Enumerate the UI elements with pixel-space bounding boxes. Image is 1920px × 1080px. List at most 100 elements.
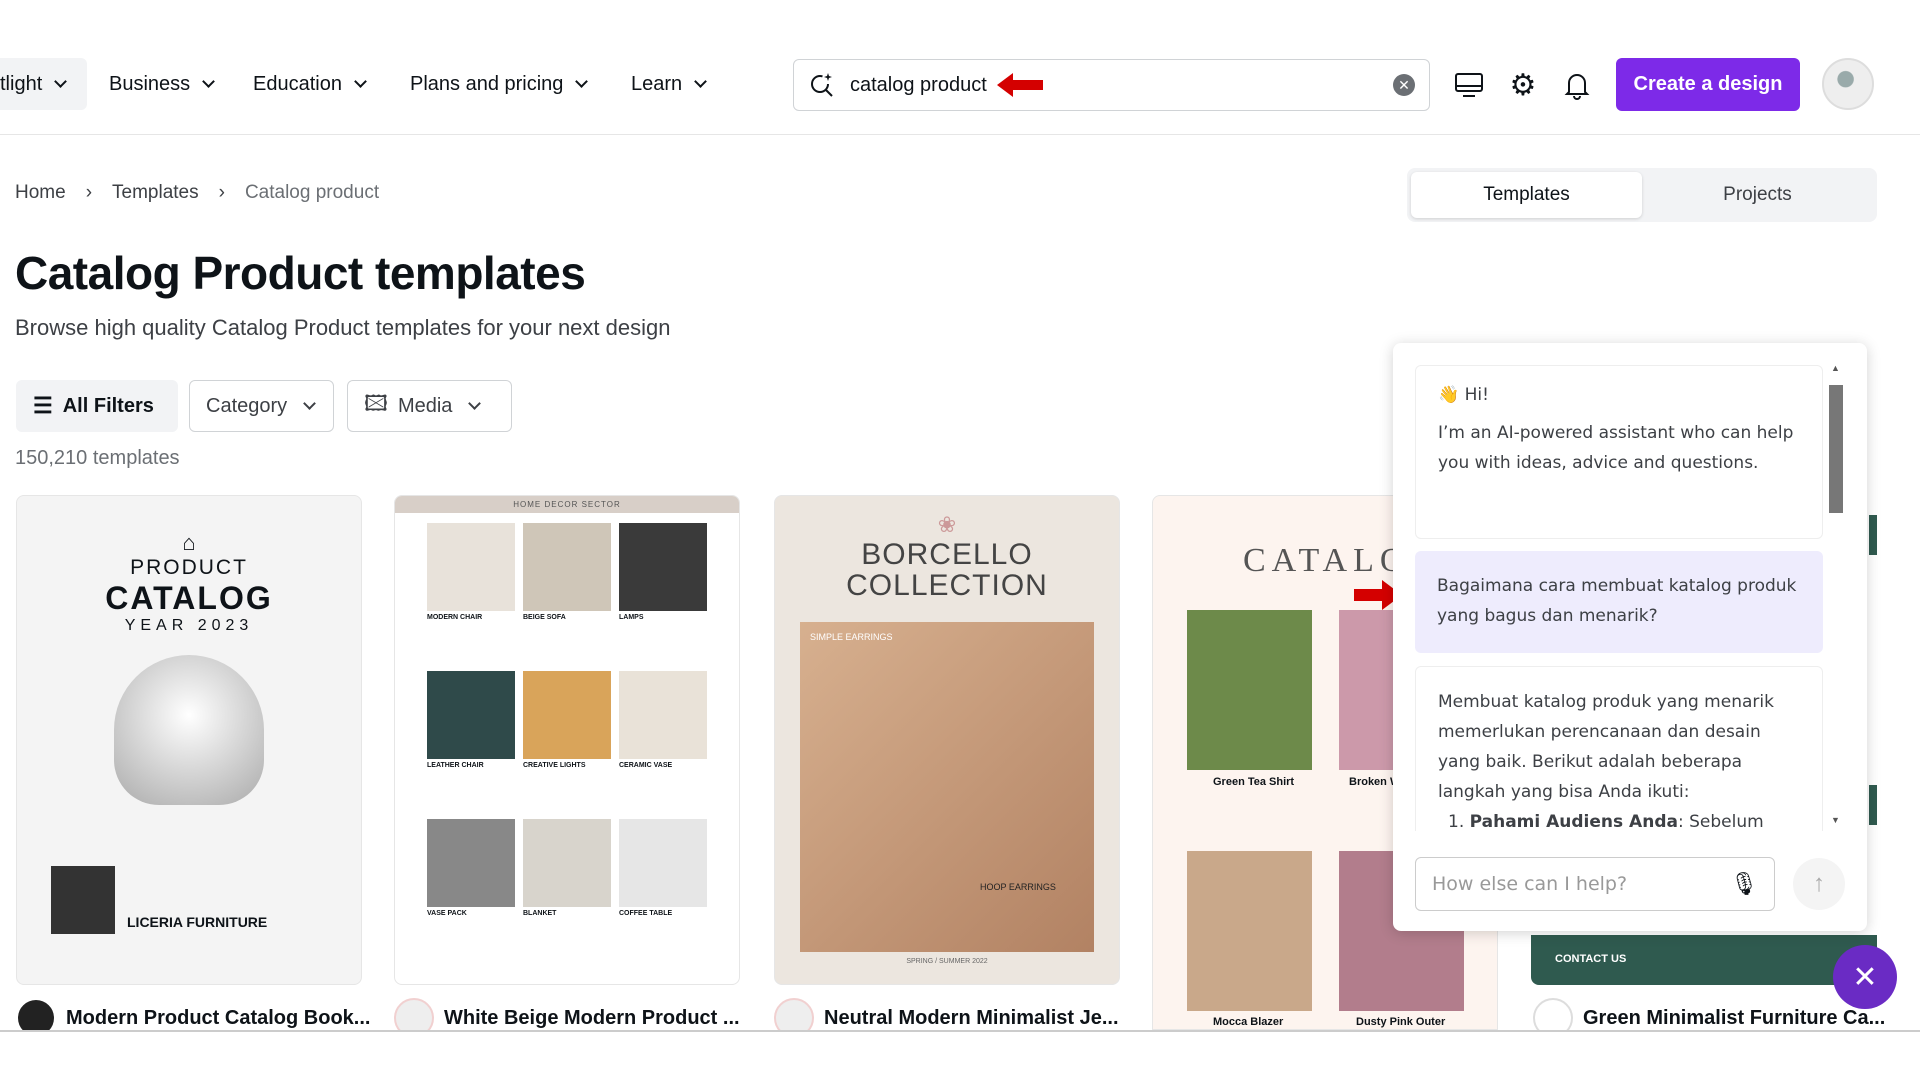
card-title[interactable]: Green Minimalist Furniture Ca... [1583, 1007, 1885, 1030]
settings-gear-icon[interactable]: ⚙ [1505, 67, 1541, 103]
product-tile: LEATHER CHAIR [427, 671, 515, 811]
waving-hand-icon: 👋 [1438, 385, 1460, 405]
nav-label: Plans and pricing [410, 72, 564, 95]
user-message: Bagaimana cara membuat katalog produk ya… [1415, 551, 1823, 653]
chat-input-placeholder: How else can I help? [1432, 873, 1628, 895]
product-grid: MODERN CHAIR BEIGE SOFA LAMPS LEATHER CHAIR… [395, 513, 739, 969]
product-image [619, 523, 707, 611]
card-art-text: Mocca Blazer [1213, 1016, 1284, 1028]
create-design-button[interactable]: Create a design [1616, 58, 1800, 111]
scroll-up-arrow-icon[interactable]: ▲ [1831, 363, 1840, 373]
card-art-text: PRODUCT [130, 556, 248, 579]
product-image [523, 671, 611, 759]
category-label: Category [206, 394, 288, 417]
tab-templates[interactable]: Templates [1411, 172, 1642, 218]
card-title[interactable]: Neutral Modern Minimalist Je... [824, 1007, 1119, 1030]
close-assistant-button[interactable]: ✕ [1833, 945, 1897, 1009]
card-title[interactable]: White Beige Modern Product ... [444, 1007, 740, 1030]
ai-assistant-panel: 👋 Hi! I’m an AI-powered assistant who ca… [1393, 343, 1867, 931]
card-art-text: Green Tea Shirt [1213, 776, 1295, 788]
scroll-down-arrow-icon[interactable]: ▼ [1831, 815, 1840, 825]
search-bar[interactable]: catalog product ✕ [793, 59, 1430, 111]
magic-search-icon [811, 73, 833, 97]
header-divider [0, 134, 1920, 135]
chevron-down-icon [468, 396, 482, 410]
product-image [427, 523, 515, 611]
card-art-text: SIMPLE EARRINGS [810, 632, 893, 642]
microphone-icon[interactable]: 🎙 [1730, 871, 1758, 897]
category-dropdown[interactable]: Category [189, 380, 334, 432]
user-avatar[interactable] [1822, 58, 1874, 110]
product-image [427, 671, 515, 759]
chat-scrollbar[interactable] [1829, 385, 1843, 513]
product-image [619, 671, 707, 759]
card-title[interactable]: Modern Product Catalog Book... [66, 1007, 370, 1030]
media-label: Media [397, 394, 453, 417]
template-card[interactable]: ⌂ PRODUCT CATALOG YEAR 2023 LICERIA FURN… [16, 495, 362, 985]
breadcrumb: Home › Templates › Catalog product [15, 182, 379, 204]
card-art-text: Dusty Pink Outer [1356, 1016, 1446, 1028]
model-photo [1187, 851, 1312, 1011]
chevron-down-icon [202, 74, 216, 88]
assistant-reply: Membuat katalog produk yang menarik meme… [1415, 666, 1823, 831]
product-tile: LAMPS [619, 523, 707, 663]
send-button[interactable]: ↑ [1793, 858, 1845, 910]
product-label: BEIGE SOFA [523, 614, 566, 621]
nav-item-spotlight[interactable]: tlight [0, 58, 68, 110]
nav-item-business[interactable]: Business [109, 58, 216, 110]
chevron-right-icon: › [218, 182, 225, 203]
chair-image [114, 655, 264, 805]
tab-projects[interactable]: Projects [1642, 172, 1873, 218]
product-label: BLANKET [523, 910, 557, 917]
product-image [523, 819, 611, 907]
breadcrumb-home[interactable]: Home [15, 182, 66, 204]
all-filters-button[interactable]: ☰ All Filters [16, 380, 178, 432]
desktop-app-icon[interactable] [1451, 67, 1487, 103]
product-tile: MODERN CHAIR [427, 523, 515, 663]
card-art-text: BORCELLO [861, 538, 1033, 571]
product-image [427, 819, 515, 907]
clear-search-icon[interactable]: ✕ [1393, 74, 1415, 96]
annotation-arrow-left-icon [996, 73, 1043, 97]
product-tile: VASE PACK [427, 819, 515, 959]
product-tile: BEIGE SOFA [523, 523, 611, 663]
nav-item-plans[interactable]: Plans and pricing [410, 58, 589, 110]
template-card[interactable]: HOME DECOR SECTOR MODERN CHAIR BEIGE SOFA… [394, 495, 740, 985]
product-tile: COFFEE TABLE [619, 819, 707, 959]
contact-band: CONTACT US [1531, 935, 1877, 985]
chevron-down-icon [354, 74, 367, 88]
product-image [619, 819, 707, 907]
lotus-icon: ❀ [937, 512, 957, 537]
product-label: LAMPS [619, 614, 644, 621]
card-art-text: COLLECTION [846, 569, 1048, 602]
sliders-icon: ☰ [33, 393, 53, 418]
media-dropdown[interactable]: 🖾 Media [347, 380, 512, 432]
product-tile: CREATIVE LIGHTS [523, 671, 611, 811]
greeting-text: Hi! [1464, 385, 1489, 405]
reply-item-text: : Sebelum [1677, 812, 1764, 831]
brand-logo [51, 866, 115, 934]
page-title: Catalog Product templates [15, 247, 586, 299]
card-art-text: SPRING / SUMMER 2022 [906, 958, 988, 965]
card-art-text: CONTACT US [1555, 953, 1627, 965]
nav-item-education[interactable]: Education [253, 58, 367, 110]
template-card[interactable]: ❀ BORCELLO COLLECTION SIMPLE EARRINGS HO… [774, 495, 1120, 985]
card-art-text: LICERIA FURNITURE [127, 914, 268, 930]
product-label: MODERN CHAIR [427, 614, 483, 621]
reply-text: Membuat katalog produk yang menarik meme… [1438, 692, 1774, 802]
chevron-down-icon [303, 396, 317, 410]
nav-item-learn[interactable]: Learn [631, 58, 708, 110]
chevron-down-icon [694, 74, 708, 88]
reply-item-bold: Pahami Audiens Anda [1469, 812, 1678, 831]
notification-bell-icon[interactable] [1559, 67, 1595, 103]
model-photo [1187, 610, 1312, 770]
search-input[interactable]: catalog product [850, 74, 987, 97]
viewport-bottom-edge [0, 1030, 1920, 1080]
breadcrumb-templates[interactable]: Templates [112, 182, 199, 204]
product-label: COFFEE TABLE [619, 910, 673, 917]
view-tabs: Templates Projects [1407, 168, 1877, 222]
chevron-down-icon [54, 74, 68, 88]
chat-input[interactable]: How else can I help? 🎙 [1415, 857, 1775, 911]
product-label: LEATHER CHAIR [427, 762, 484, 769]
assistant-greeting: 👋 Hi! I’m an AI-powered assistant who ca… [1415, 365, 1823, 539]
